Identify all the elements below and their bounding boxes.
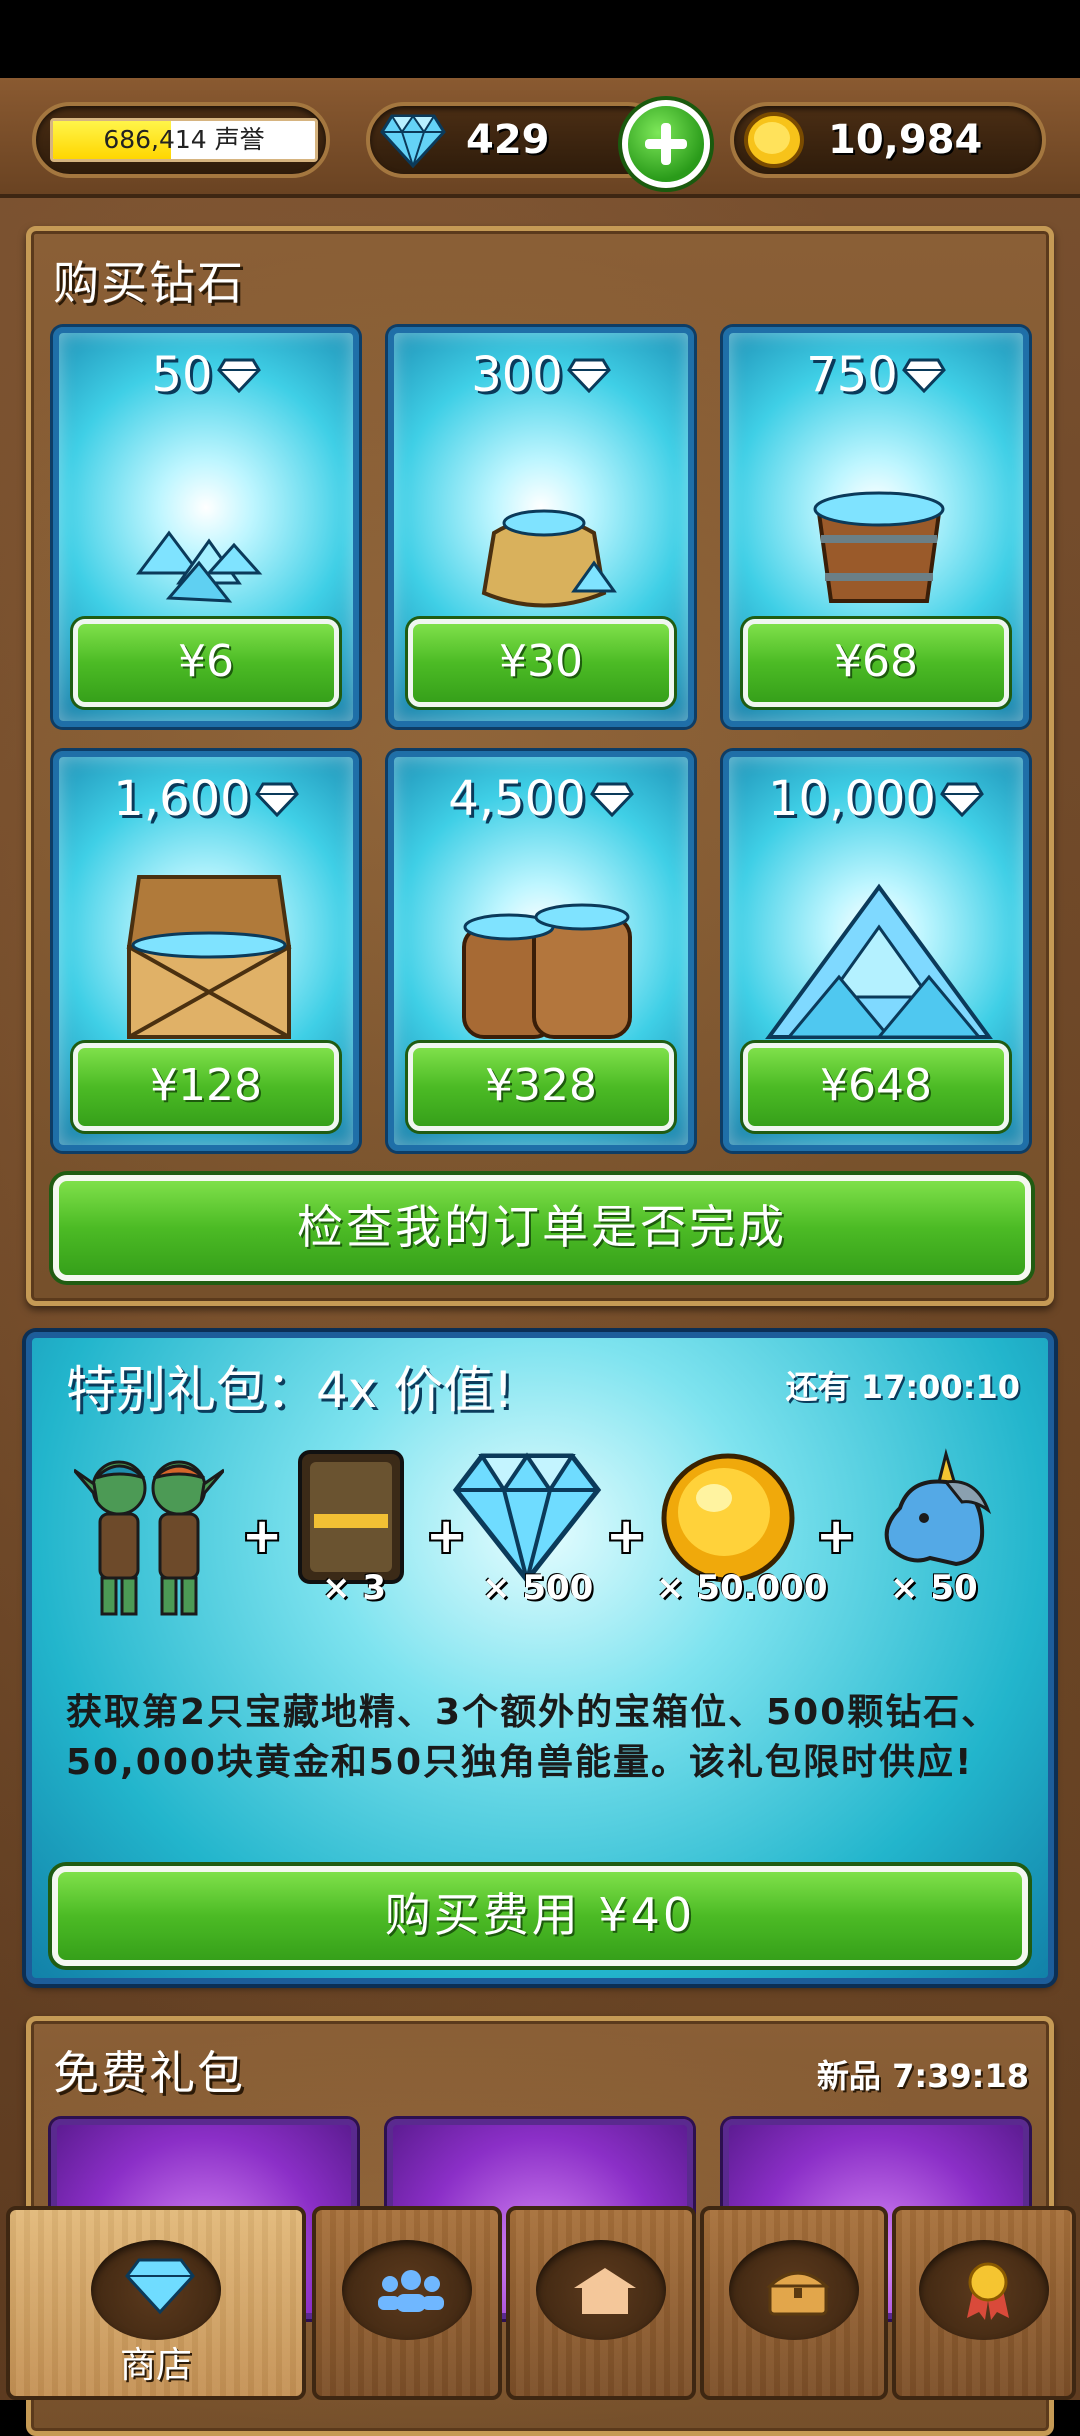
reputation-pill[interactable]: 686,414 声誉	[32, 102, 330, 178]
diamond-icon	[216, 358, 261, 394]
game-screen: 686,414 声誉 429 10,984 购买钻石 50 ¥6 300 ¥30…	[0, 0, 1080, 2436]
special-pack-title: 特别礼包：4x 价值!	[66, 1361, 514, 1419]
village-icon	[574, 2268, 636, 2314]
special-pack-timer: 还有 17:00:10	[785, 1368, 1020, 1406]
diamond-icon	[254, 782, 299, 818]
diamond-bucket-icon	[813, 491, 945, 603]
gold-count: 10,984	[828, 117, 983, 163]
cards-count: × 3	[322, 1568, 386, 1608]
medal-icon	[967, 2262, 1009, 2320]
diamond-mountain-icon	[765, 883, 993, 1039]
free-packs-timer: 新品 7:39:18	[816, 2057, 1029, 2095]
status-bar	[0, 0, 1080, 78]
pack-price-button[interactable]: ¥128	[73, 1043, 339, 1131]
diamond-pack-card[interactable]: 4,500 ¥328	[388, 751, 694, 1151]
reputation-text: 686,414 声誉	[53, 121, 315, 159]
pack-amount: 300	[394, 347, 688, 403]
diamond-chest-icon	[126, 875, 292, 1039]
tab-friends[interactable]	[312, 2206, 502, 2400]
tab-treasure[interactable]	[700, 2206, 888, 2400]
diamond-pack-card[interactable]: 50 ¥6	[53, 327, 359, 727]
diamond-barrels-icon	[462, 903, 632, 1039]
pack-amount: 750	[729, 347, 1023, 403]
buy-special-pack-button[interactable]: 购买费用 ¥40	[52, 1866, 1028, 1966]
diamond-pack-card[interactable]: 1,600 ¥128	[53, 751, 359, 1151]
diamond-pack-card[interactable]: 750 ¥68	[723, 327, 1029, 727]
pack-amount-value: 50	[151, 347, 213, 403]
tab-shop[interactable]: 商店	[6, 2206, 306, 2400]
pack-amount-value: 300	[471, 347, 563, 403]
diamond-pile-icon	[136, 530, 263, 603]
diamond-icon	[940, 782, 984, 818]
diamond-icon	[566, 358, 611, 394]
gems-count: 429	[466, 117, 550, 163]
gems-pill[interactable]: 429	[366, 102, 666, 178]
diamond-icon	[380, 114, 446, 168]
friends-icon	[378, 2270, 444, 2312]
diamond-pack-card[interactable]: 300 ¥30	[388, 327, 694, 727]
plus-icon: +	[816, 1508, 857, 1564]
diamond-pack-card[interactable]: 10,000 ¥648	[723, 751, 1029, 1151]
pack-price-button[interactable]: ¥30	[408, 619, 674, 707]
pack-price-button[interactable]: ¥328	[408, 1043, 674, 1131]
resource-bar: 686,414 声誉 429 10,984	[0, 78, 1080, 198]
gold-count-reward: × 50.000	[656, 1568, 828, 1608]
shop-diamond-icon	[125, 2258, 195, 2315]
diamonds-count: × 500	[482, 1568, 594, 1608]
pack-amount: 50	[59, 347, 353, 403]
reputation-unit: 声誉	[214, 125, 265, 154]
pack-amount: 1,600	[59, 771, 353, 827]
pack-price-button[interactable]: ¥6	[73, 619, 339, 707]
pack-amount: 4,500	[394, 771, 688, 827]
buy-diamonds-panel: 购买钻石 50 ¥6 300 ¥30 750 ¥68 1,600 ¥128 4,500 ¥328 1…	[26, 226, 1054, 1306]
buy-diamonds-title: 购买钻石	[53, 256, 245, 310]
pack-amount-value: 10,000	[768, 771, 936, 827]
add-gems-button[interactable]	[622, 100, 710, 188]
pack-amount-value: 4,500	[448, 771, 586, 827]
pack-amount-value: 1,600	[113, 771, 251, 827]
plus-icon: +	[606, 1508, 647, 1564]
diamond-icon	[901, 358, 946, 394]
diamond-icon	[589, 782, 634, 818]
bottom-nav: 商店	[0, 2206, 1080, 2400]
pack-amount-value: 750	[806, 347, 898, 403]
goblin-pair-icon	[72, 1448, 226, 1648]
pack-price-button[interactable]: ¥648	[743, 1043, 1009, 1131]
tab-shop-label: 商店	[119, 2345, 192, 2386]
gold-pill[interactable]: 10,984	[730, 102, 1046, 178]
tab-achievements[interactable]	[892, 2206, 1076, 2400]
gold-coin-icon	[744, 112, 804, 168]
free-packs-title: 免费礼包	[53, 2046, 245, 2100]
unicorn-energy-count: × 50	[890, 1568, 978, 1608]
pack-price-button[interactable]: ¥68	[743, 619, 1009, 707]
reputation-value: 686,414	[103, 125, 207, 154]
special-pack-description: 获取第2只宝藏地精、3个额外的宝箱位、500颗钻石、50,000块黄金和50只独…	[66, 1692, 1000, 1783]
special-pack-panel: 特别礼包：4x 价值! 还有 17:00:10 + × 3 + × 500 + …	[26, 1332, 1054, 1984]
check-order-button[interactable]: 检查我的订单是否完成	[53, 1175, 1031, 1281]
treasure-chest-icon	[766, 2271, 830, 2316]
pack-amount: 10,000	[729, 771, 1023, 827]
diamond-sack-icon	[481, 509, 617, 608]
plus-icon: +	[242, 1508, 283, 1564]
reputation-meter: 686,414 声誉	[50, 118, 318, 162]
tab-village[interactable]	[506, 2206, 696, 2400]
